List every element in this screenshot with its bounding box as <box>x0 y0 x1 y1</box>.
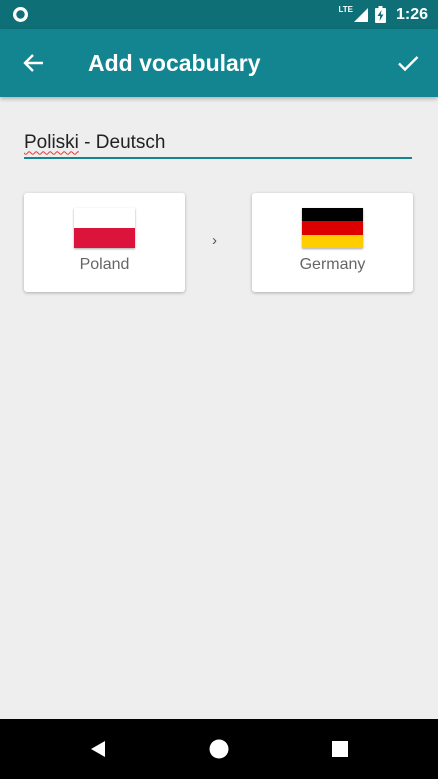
check-icon <box>398 56 419 72</box>
triangle-back-icon <box>91 741 105 757</box>
status-bar: LTE 1:26 <box>0 0 438 29</box>
square-recents-icon <box>332 741 348 757</box>
name-rest-text: - Deutsch <box>78 131 166 153</box>
nav-back-button[interactable] <box>86 737 110 761</box>
battery-charging-icon <box>374 6 386 23</box>
target-language-label: Germany <box>299 256 366 273</box>
poland-flag-icon <box>74 208 135 248</box>
navigation-bar <box>0 719 438 779</box>
page-title: Add vocabulary <box>88 50 261 76</box>
status-icons: LTE 1:26 <box>338 0 428 29</box>
notification-circle-icon <box>13 7 28 22</box>
network-type-label: LTE <box>338 5 353 14</box>
nav-home-button[interactable] <box>207 737 231 761</box>
nav-recents-button[interactable] <box>328 737 352 761</box>
app-bar: Add vocabulary <box>0 29 438 97</box>
circle-home-icon <box>209 739 229 759</box>
target-language-card[interactable]: Germany <box>252 193 413 292</box>
back-button[interactable] <box>16 45 52 81</box>
language-separator: › <box>212 232 217 249</box>
vocabulary-name-input[interactable]: Poliski - Deutsch <box>24 128 412 159</box>
arrow-back-icon <box>23 54 43 72</box>
source-language-card[interactable]: Poland <box>24 193 185 292</box>
confirm-button[interactable] <box>390 45 426 81</box>
signal-icon <box>353 7 368 22</box>
status-time: 1:26 <box>395 5 428 23</box>
germany-flag-icon <box>302 208 363 248</box>
source-language-label: Poland <box>79 256 130 273</box>
misspelled-word: Poliski <box>24 131 79 153</box>
